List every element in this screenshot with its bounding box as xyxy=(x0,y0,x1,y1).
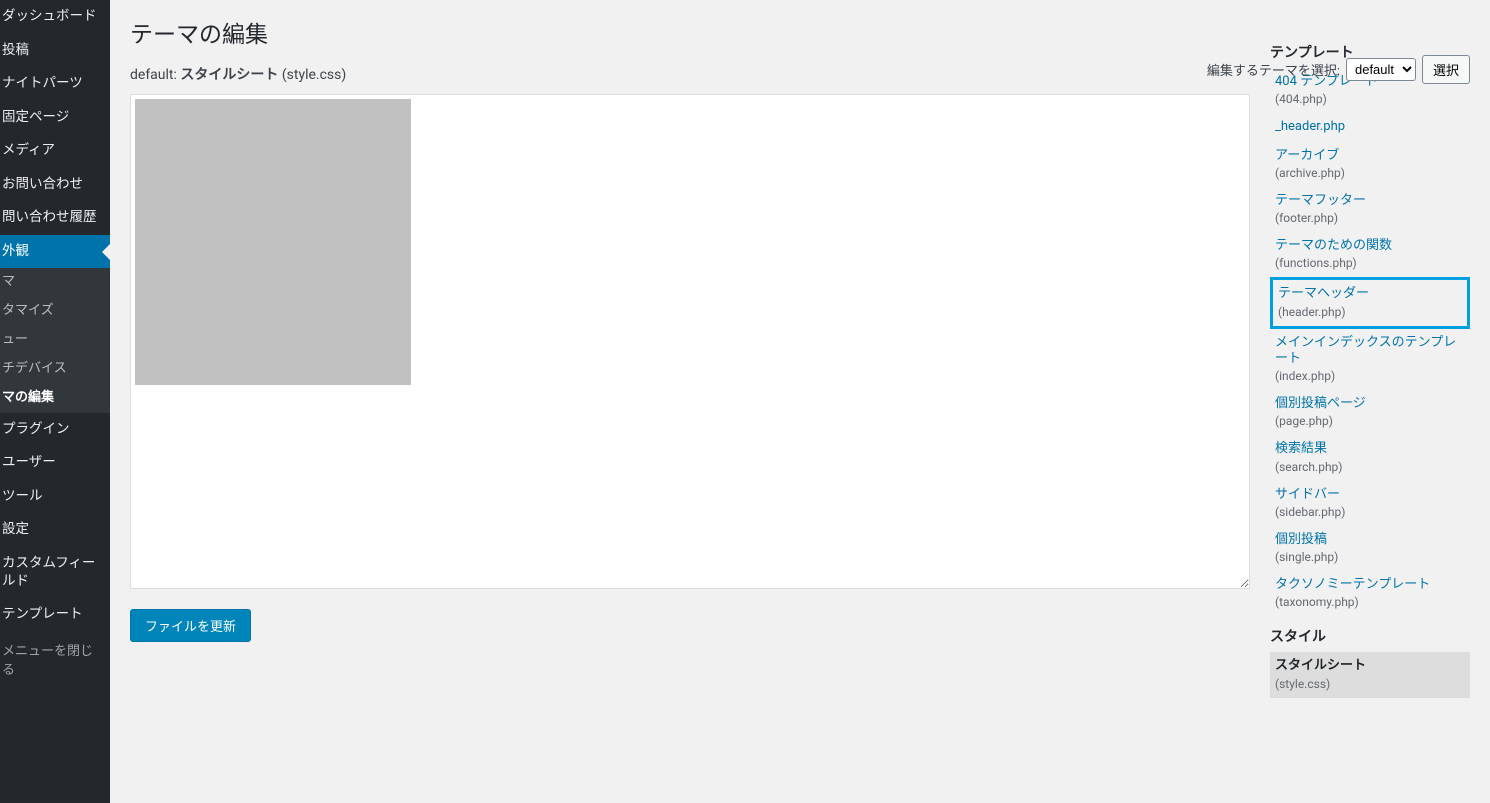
menu-settings[interactable]: 設定 xyxy=(0,513,110,547)
template-filename: (index.php) xyxy=(1275,369,1465,384)
submenu-customize[interactable]: タマイズ xyxy=(0,297,110,326)
template-item[interactable]: テーマのための関数 (functions.php) xyxy=(1270,232,1470,277)
template-link[interactable]: タクソノミーテンプレート xyxy=(1275,577,1430,592)
theme-selector-label: 編集するテーマを選択: xyxy=(1207,60,1340,79)
submenu-menus[interactable]: ュー xyxy=(0,326,110,355)
template-filename: (header.php) xyxy=(1278,305,1462,320)
file-bold: スタイルシート xyxy=(180,67,278,83)
menu-custom-fields[interactable]: カスタムフィールド xyxy=(0,547,110,598)
submenu-themes[interactable]: マ xyxy=(0,268,110,297)
template-filename: (search.php) xyxy=(1275,460,1465,475)
template-link[interactable]: 個別投稿ページ xyxy=(1275,396,1366,411)
editor-area: テーマの編集 default: スタイルシート (style.css) ファイル… xyxy=(130,10,1250,783)
template-item[interactable]: テーマフッター (footer.php) xyxy=(1270,187,1470,232)
menu-media[interactable]: メディア xyxy=(0,134,110,168)
template-link[interactable]: メインインデックスのテンプレート xyxy=(1275,335,1456,366)
template-link[interactable]: テーマフッター xyxy=(1275,193,1366,208)
update-file-button[interactable]: ファイルを更新 xyxy=(130,609,251,642)
template-link[interactable]: 検索結果 xyxy=(1275,441,1327,456)
menu-tools[interactable]: ツール xyxy=(0,480,110,514)
template-link[interactable]: アーカイブ xyxy=(1275,148,1339,163)
template-link[interactable]: テーマのための関数 xyxy=(1275,238,1392,253)
editor-selection-block xyxy=(135,99,411,385)
template-link[interactable]: サイドバー xyxy=(1275,487,1340,502)
template-item[interactable]: アーカイブ (archive.php) xyxy=(1270,142,1470,187)
template-item-highlighted[interactable]: テーマヘッダー (header.php) xyxy=(1270,277,1470,328)
theme-select[interactable]: default xyxy=(1346,58,1416,81)
template-filename: (footer.php) xyxy=(1275,211,1465,226)
menu-users[interactable]: ユーザー xyxy=(0,446,110,480)
styles-heading: スタイル xyxy=(1270,626,1470,646)
menu-posts[interactable]: 投稿 xyxy=(0,34,110,68)
template-item[interactable]: メインインデックスのテンプレート (index.php) xyxy=(1270,329,1470,391)
template-item[interactable]: 個別投稿 (single.php) xyxy=(1270,526,1470,571)
template-filename: (archive.php) xyxy=(1275,166,1465,181)
menu-plugins[interactable]: プラグイン xyxy=(0,413,110,447)
menu-contact-history[interactable]: 問い合わせ履歴 xyxy=(0,201,110,235)
style-item-current[interactable]: スタイルシート (style.css) xyxy=(1270,652,1470,697)
style-filename: (style.css) xyxy=(1275,677,1465,692)
menu-pages[interactable]: 固定ページ xyxy=(0,101,110,135)
submenu-theme-editor[interactable]: マの編集 xyxy=(0,384,110,413)
template-item[interactable]: 個別投稿ページ (page.php) xyxy=(1270,390,1470,435)
collapse-menu[interactable]: メニューを閉じる xyxy=(0,632,110,686)
template-filename: (page.php) xyxy=(1275,414,1465,429)
file-list-panel: テンプレート 404 テンプレート (404.php) _header.php … xyxy=(1270,10,1470,783)
template-item[interactable]: タクソノミーテンプレート (taxonomy.php) xyxy=(1270,571,1470,616)
theme-selector: 編集するテーマを選択: default 選択 xyxy=(1207,55,1470,84)
style-link[interactable]: スタイルシート xyxy=(1275,658,1366,673)
template-filename: (single.php) xyxy=(1275,550,1465,565)
page-title: テーマの編集 xyxy=(130,15,1250,49)
templates-list: 404 テンプレート (404.php) _header.php アーカイブ (… xyxy=(1270,68,1470,616)
menu-templates[interactable]: テンプレート xyxy=(0,598,110,632)
admin-sidebar: ダッシュボード 投稿 ナイトパーツ 固定ページ メディア お問い合わせ 問い合わ… xyxy=(0,0,110,803)
template-item[interactable]: サイドバー (sidebar.php) xyxy=(1270,481,1470,526)
submenu-device[interactable]: チデバイス xyxy=(0,355,110,384)
template-link[interactable]: テーマヘッダー xyxy=(1278,286,1369,301)
menu-dashboard[interactable]: ダッシュボード xyxy=(0,0,110,34)
appearance-submenu: マ タマイズ ュー チデバイス マの編集 xyxy=(0,268,110,412)
template-item[interactable]: _header.php xyxy=(1270,113,1470,141)
template-filename: (404.php) xyxy=(1275,92,1465,107)
code-editor[interactable] xyxy=(130,94,1250,589)
file-description: default: スタイルシート (style.css) xyxy=(130,64,1250,84)
styles-list: スタイルシート (style.css) xyxy=(1270,652,1470,697)
template-filename: (taxonomy.php) xyxy=(1275,595,1465,610)
theme-select-button[interactable]: 選択 xyxy=(1422,55,1470,84)
template-filename: (functions.php) xyxy=(1275,256,1465,271)
menu-appearance[interactable]: 外観 xyxy=(0,235,110,269)
template-link[interactable]: 個別投稿 xyxy=(1275,532,1327,547)
menu-contact[interactable]: お問い合わせ xyxy=(0,168,110,202)
template-item[interactable]: 検索結果 (search.php) xyxy=(1270,435,1470,480)
file-suffix: (style.css) xyxy=(278,67,346,83)
menu-nightparts[interactable]: ナイトパーツ xyxy=(0,67,110,101)
file-prefix: default: xyxy=(130,67,180,83)
main-content: テーマの編集 default: スタイルシート (style.css) ファイル… xyxy=(110,0,1490,803)
template-filename: (sidebar.php) xyxy=(1275,505,1465,520)
template-link[interactable]: _header.php xyxy=(1275,119,1345,134)
